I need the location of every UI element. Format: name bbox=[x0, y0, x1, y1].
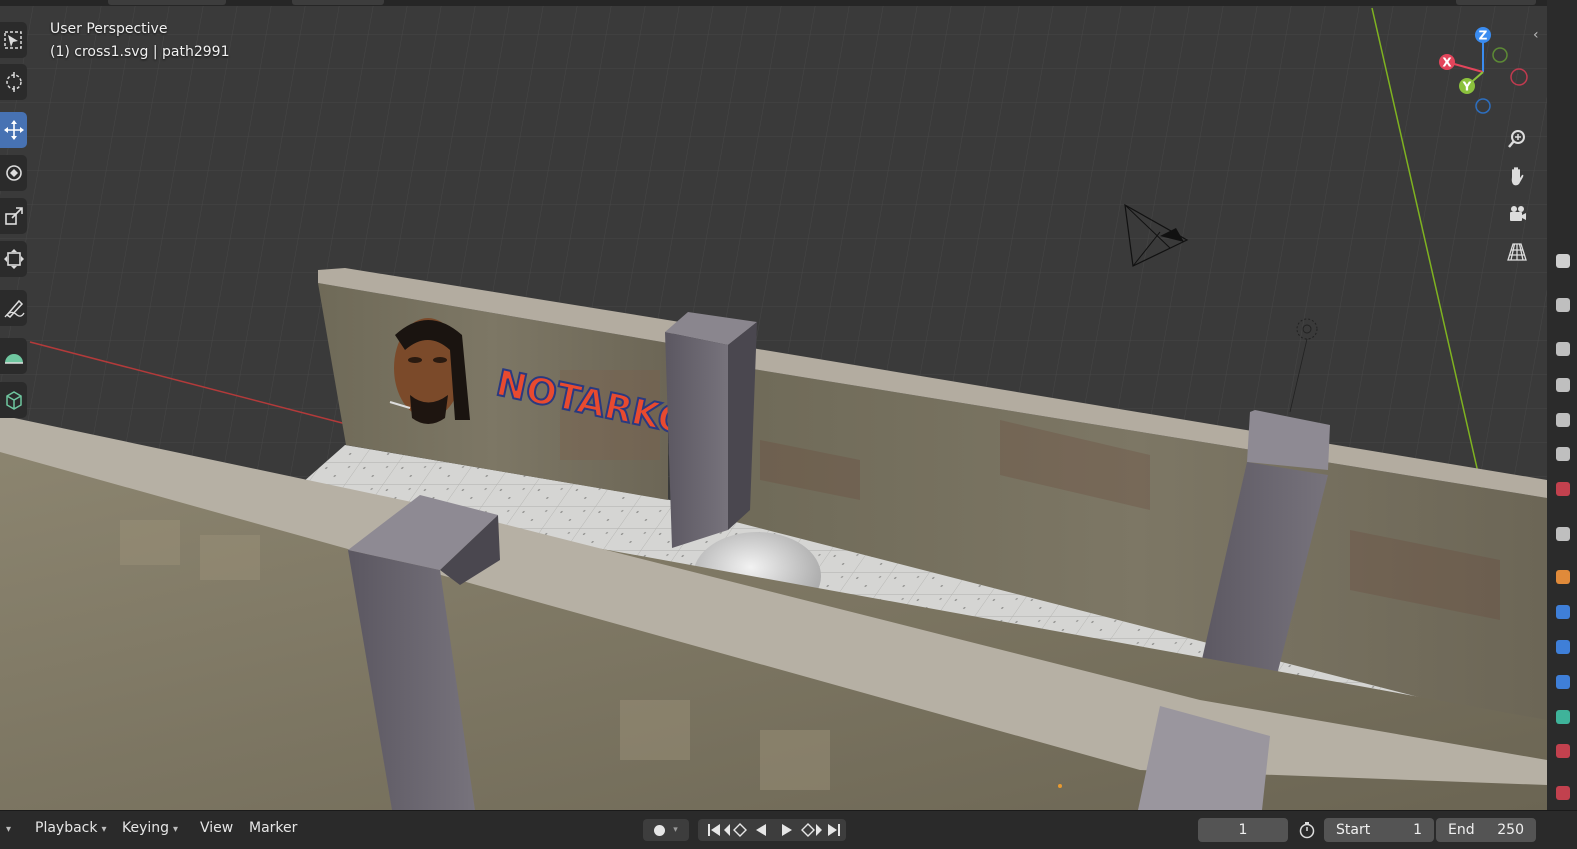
data-tab-icon[interactable] bbox=[1556, 710, 1570, 724]
scene-tab-icon[interactable] bbox=[1556, 413, 1570, 427]
jump-start-icon[interactable] bbox=[708, 824, 720, 836]
sidebar-toggle-icon[interactable]: ‹ bbox=[1533, 27, 1539, 43]
back-pillar bbox=[665, 312, 757, 548]
end-frame-field[interactable]: End 250 bbox=[1436, 818, 1536, 842]
constraints-tab-icon[interactable] bbox=[1556, 675, 1570, 689]
neg-z-axis-icon[interactable] bbox=[1475, 98, 1491, 114]
cursor-icon[interactable] bbox=[0, 64, 27, 100]
perspective-grid-icon[interactable] bbox=[1501, 236, 1533, 268]
svg-text:Z: Z bbox=[1479, 29, 1488, 43]
annotate-icon[interactable] bbox=[0, 290, 27, 326]
physics-tab-icon[interactable] bbox=[1556, 640, 1570, 654]
neg-x-axis-icon[interactable] bbox=[1510, 68, 1528, 86]
tool-tab-icon[interactable] bbox=[1556, 254, 1570, 268]
editor-type-menu[interactable]: ▾ bbox=[2, 820, 11, 836]
move-icon[interactable] bbox=[0, 112, 27, 148]
zoom-icon[interactable] bbox=[1501, 123, 1533, 155]
svg-text:X: X bbox=[1442, 56, 1452, 70]
3d-viewport[interactable]: NOTARKO User Perspective (1) cross1.svg … bbox=[0, 0, 1547, 810]
pan-hand-icon[interactable] bbox=[1501, 160, 1533, 192]
chevron-down-icon: ▾ bbox=[673, 825, 678, 835]
next-keyframe-icon[interactable] bbox=[801, 823, 822, 837]
play-reverse-icon[interactable] bbox=[756, 824, 766, 836]
view-menu[interactable]: View bbox=[200, 820, 233, 836]
properties-strip bbox=[1547, 0, 1577, 810]
playback-controls bbox=[698, 819, 846, 841]
collection-tab-icon[interactable] bbox=[1556, 482, 1570, 496]
current-frame-field[interactable]: 1 bbox=[1198, 818, 1288, 842]
playback-menu[interactable]: Playback ▾ bbox=[35, 820, 107, 836]
measure-icon[interactable] bbox=[0, 338, 27, 374]
modifier-tab-icon[interactable] bbox=[1556, 570, 1570, 584]
header-strip bbox=[0, 0, 1547, 6]
jump-end-icon[interactable] bbox=[828, 824, 840, 836]
texture-tab-icon[interactable] bbox=[1556, 786, 1570, 800]
rotate-icon[interactable] bbox=[0, 155, 27, 191]
material-tab-icon[interactable] bbox=[1556, 744, 1570, 758]
marker-menu[interactable]: Marker bbox=[249, 820, 297, 836]
view-name: User Perspective bbox=[50, 21, 168, 37]
world-tab-icon[interactable] bbox=[1556, 447, 1570, 461]
render-tab-icon[interactable] bbox=[1556, 298, 1570, 312]
output-tab-icon[interactable] bbox=[1556, 342, 1570, 356]
timeline-header: ▾ Playback ▾ Keying ▾ View Marker ▾ 1 Star… bbox=[0, 810, 1577, 849]
stopwatch-icon[interactable] bbox=[1294, 819, 1320, 841]
auto-keying-button[interactable]: ▾ bbox=[643, 819, 689, 841]
object-tab-icon[interactable] bbox=[1556, 527, 1570, 541]
active-object-label: (1) cross1.svg | path2991 bbox=[50, 44, 230, 60]
select-box-icon[interactable] bbox=[0, 22, 27, 58]
start-frame-field[interactable]: Start 1 bbox=[1324, 818, 1434, 842]
navigation-gizmo[interactable]: Z X Y bbox=[1433, 22, 1533, 122]
camera-view-icon[interactable] bbox=[1501, 198, 1533, 230]
particles-tab-icon[interactable] bbox=[1556, 605, 1570, 619]
prev-keyframe-icon[interactable] bbox=[724, 823, 747, 837]
add-cube-icon[interactable] bbox=[0, 382, 27, 418]
neg-y-axis-icon[interactable] bbox=[1492, 47, 1508, 63]
scene-render[interactable]: NOTARKO bbox=[0, 0, 1547, 810]
view-layer-tab-icon[interactable] bbox=[1556, 378, 1570, 392]
3d-cursor-origin bbox=[1058, 784, 1062, 788]
record-icon bbox=[654, 824, 666, 836]
play-icon[interactable] bbox=[782, 824, 792, 836]
scale-icon[interactable] bbox=[0, 198, 27, 234]
keying-menu[interactable]: Keying ▾ bbox=[122, 820, 178, 836]
svg-text:Y: Y bbox=[1462, 80, 1472, 94]
transform-icon[interactable] bbox=[0, 241, 27, 277]
